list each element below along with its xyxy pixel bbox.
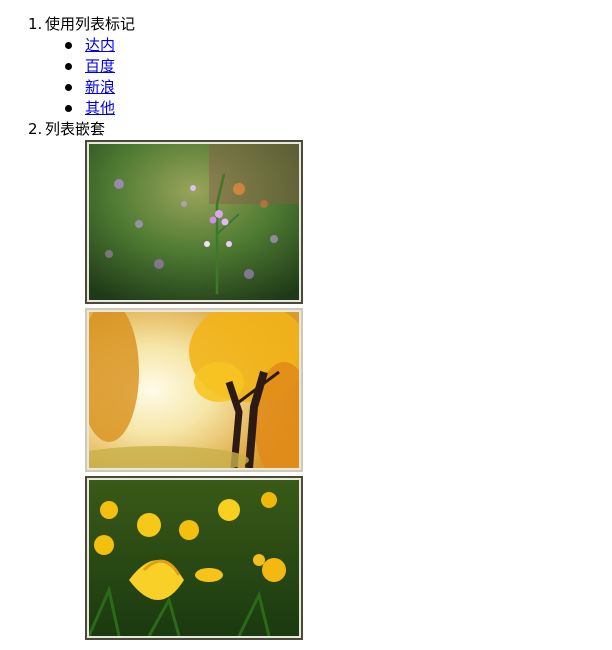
list-item: 其他 (65, 98, 303, 119)
link-danei[interactable]: 达内 (85, 36, 115, 54)
page: 1. 使用列表标记 达内 百度 新浪 其他 2. 列表嵌套 (0, 0, 612, 650)
list-item: 达内 (65, 35, 303, 56)
image-item-wildflowers (85, 140, 303, 304)
bullet-icon (65, 63, 72, 70)
list-item: 百度 (65, 56, 303, 77)
outer-list-item-1: 1. 使用列表标记 达内 百度 新浪 其他 (28, 14, 303, 119)
outer-list-item-2: 2. 列表嵌套 (28, 119, 303, 640)
bullet-icon (65, 105, 72, 112)
list-number: 1. (28, 15, 43, 33)
outer-ordered-list: 1. 使用列表标记 达内 百度 新浪 其他 2. 列表嵌套 (28, 14, 303, 644)
bullet-icon (65, 84, 72, 91)
link-list: 达内 百度 新浪 其他 (28, 35, 303, 119)
section-title: 使用列表标记 (45, 15, 136, 33)
bullet-icon (65, 42, 72, 49)
image-item-yellow-lilies (85, 476, 303, 640)
image-list (28, 140, 303, 640)
list-number: 2. (28, 120, 43, 138)
link-baidu[interactable]: 百度 (85, 57, 115, 75)
wildflowers-image (89, 144, 299, 300)
link-other[interactable]: 其他 (85, 99, 115, 117)
autumn-tree-image (89, 312, 299, 468)
image-item-autumn-tree (85, 308, 303, 472)
link-sina[interactable]: 新浪 (85, 78, 115, 96)
list-item: 新浪 (65, 77, 303, 98)
yellow-lilies-image (89, 480, 299, 636)
section-title: 列表嵌套 (45, 120, 106, 138)
